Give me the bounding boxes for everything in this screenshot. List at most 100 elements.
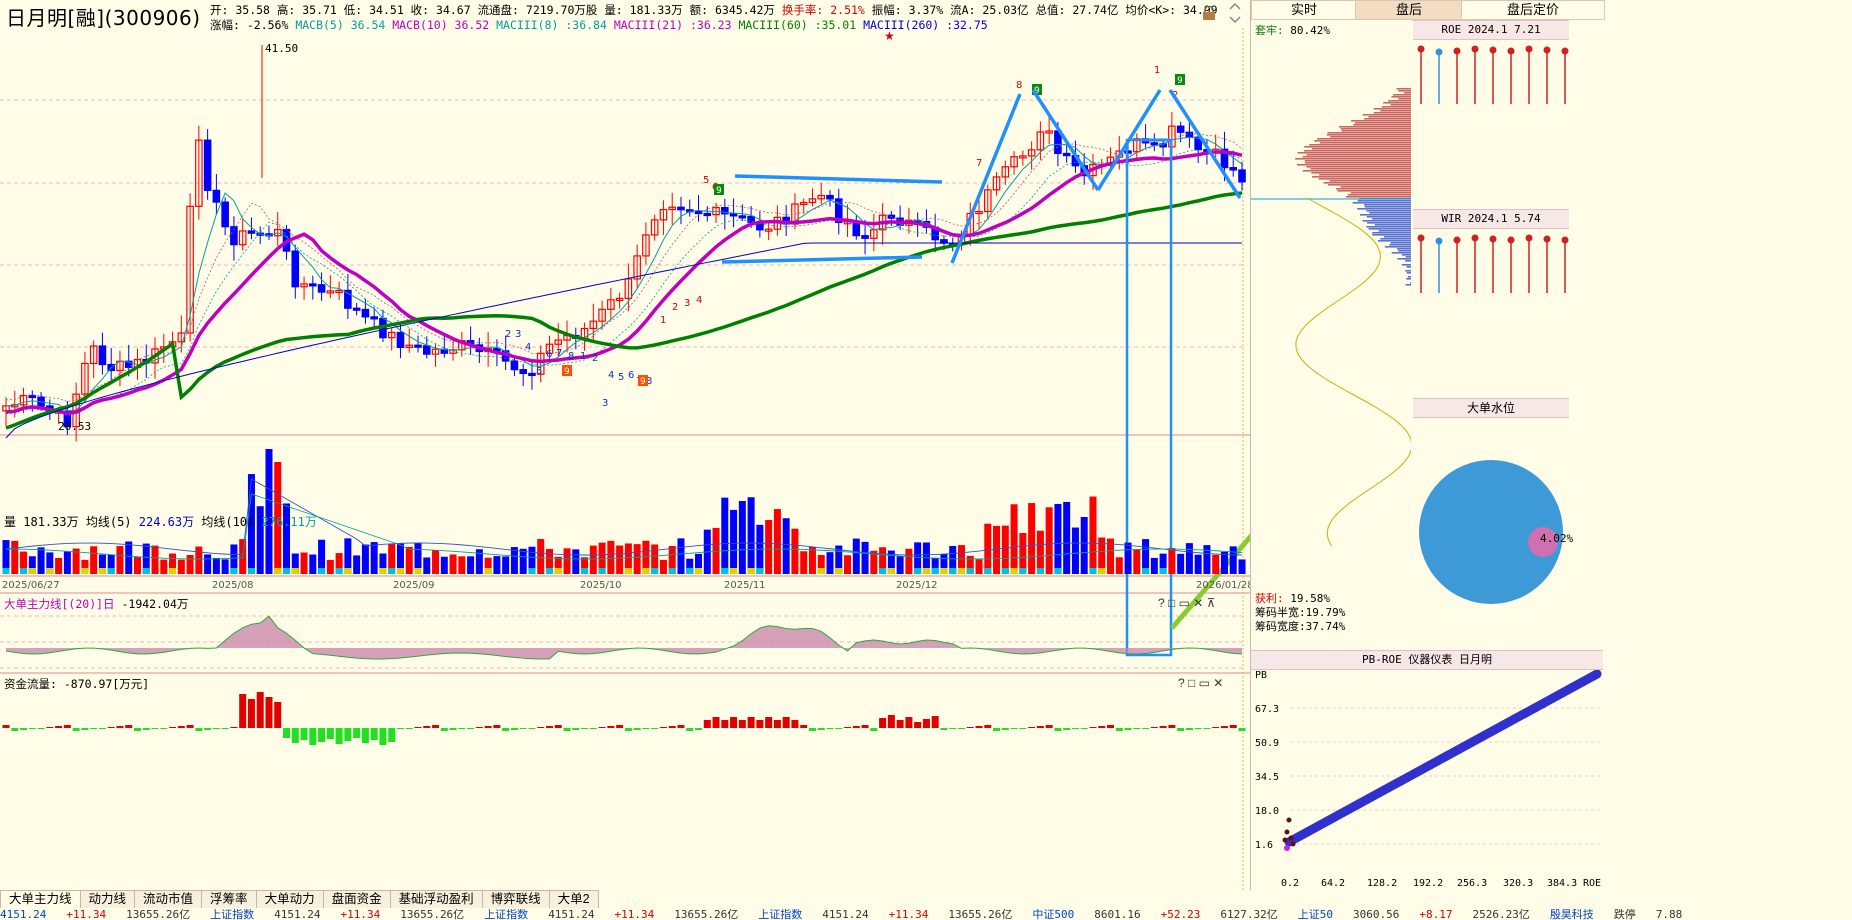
volume-bar [204, 554, 212, 574]
candle-body [370, 316, 378, 320]
volume-bar [1080, 517, 1088, 574]
volume-bar [1220, 551, 1228, 574]
lollipop-dot [1435, 237, 1443, 245]
td-number: 8 [1016, 80, 1022, 91]
mainforce-line [5, 615, 1243, 660]
indicator-tab[interactable]: 大单主力线 [0, 890, 81, 908]
main-chart[interactable]: 41.5026.53234567812345678123456781299999… [0, 28, 1250, 890]
candle-body [98, 345, 107, 366]
capflow-bar [879, 718, 887, 728]
indicator-tab[interactable]: 盘面资金 [322, 890, 391, 908]
capflow-bar [721, 720, 729, 728]
indicator-tab[interactable]: 基础浮动盈利 [389, 890, 483, 908]
volume-bar [1115, 557, 1123, 574]
volume-mark [668, 568, 676, 574]
pbroe-current [1284, 845, 1290, 851]
annotation-line [1168, 89, 1242, 199]
capflow-bar [852, 726, 860, 728]
volume-bar [519, 548, 527, 574]
annotation-line [734, 174, 943, 184]
volume-mark [695, 568, 703, 574]
chip-bar [1391, 252, 1411, 254]
chip-width: 筹码宽度:37.74% [1255, 620, 1346, 633]
indicator-tab[interactable]: 大单动力 [255, 890, 324, 908]
volume-bar [133, 557, 141, 574]
pie-value: 4.02% [1540, 532, 1574, 545]
capflow-bar [169, 727, 177, 728]
tab-after-close-pricing[interactable]: 盘后定价 [1461, 0, 1605, 20]
tab-after-close[interactable]: 盘后 [1355, 0, 1463, 20]
volume-bar [765, 520, 773, 574]
capflow-bar [931, 716, 939, 728]
capflow-bar [125, 725, 133, 728]
volume-mark [283, 568, 291, 574]
roe-title: ROE 2024.1 7.21 [1413, 20, 1569, 40]
volume-mark [528, 568, 536, 574]
indicator-tab[interactable]: 大单2 [548, 890, 599, 908]
volume-mark [318, 568, 326, 574]
volume-bar [1089, 496, 1097, 574]
capflow-bar [1054, 728, 1062, 731]
lollipop-dot [1489, 46, 1497, 54]
capflow-bar [1124, 728, 1132, 730]
capflow-label: 资金流量: -870.97[万元] [4, 677, 150, 691]
capflow-bar [353, 728, 361, 738]
mainforce-controls[interactable]: ? □ ▭ ✕ ⊼ [1158, 596, 1215, 610]
volume-mark [379, 568, 387, 574]
volume-mark [686, 568, 694, 574]
volume-bar [11, 540, 19, 574]
wir-lollipop [1417, 234, 1569, 293]
x-axis-label: 2025/10 [580, 580, 622, 591]
volume-bar [589, 545, 597, 574]
capflow-bar [844, 727, 852, 728]
capflow-bar [318, 728, 326, 742]
capflow-bar [1142, 728, 1150, 729]
capflow-bar [239, 694, 247, 728]
stock-title: 日月明[融](300906) [6, 6, 201, 30]
volume-mark [344, 568, 352, 574]
x-axis-label: 2025/08 [212, 580, 254, 591]
capflow-bar [326, 728, 334, 739]
lock-icon[interactable] [1202, 5, 1216, 20]
capflow-bar [1133, 728, 1141, 729]
capflow-bar [72, 728, 80, 731]
ma8-line [5, 133, 1243, 402]
indicator-tab[interactable]: 动力线 [79, 890, 136, 908]
volume-mark [642, 568, 650, 574]
capflow-bar [633, 728, 641, 730]
td-badge-text: 9 [1177, 76, 1183, 86]
chip-bar [1393, 94, 1411, 96]
indicator-tab[interactable]: 博弈联线 [481, 890, 550, 908]
ohlc-item: 换手率: 2.51% [781, 3, 872, 17]
chip-bar [1373, 112, 1411, 114]
volume-mark [1036, 568, 1044, 574]
capflow-bar [1107, 725, 1115, 728]
chip-bar [1383, 102, 1411, 104]
chip-bar [1396, 88, 1411, 90]
volume-bar [1028, 503, 1036, 574]
mainforce-label: 大单主力线[(20)]日 -1942.04万 [4, 597, 189, 611]
chip-bar [1388, 100, 1411, 102]
volume-bar [1229, 546, 1237, 574]
volume-bar [844, 555, 852, 574]
capflow-bar [607, 726, 615, 728]
volume-bar [1071, 527, 1079, 574]
ticker-item: 4151.24 [0, 909, 47, 920]
capflow-bar [396, 728, 404, 729]
big-order-pie [1419, 460, 1563, 604]
volume-mark [1054, 568, 1062, 574]
volume-mark [1098, 568, 1106, 574]
indicator-tab[interactable]: 流动市值 [134, 890, 203, 908]
capflow-bar [90, 728, 98, 729]
collapse-icon[interactable] [1228, 2, 1242, 24]
capflow-controls[interactable]: ? □ ▭ ✕ [1178, 676, 1223, 690]
volume-bar [221, 559, 229, 574]
capflow-bar [2, 725, 10, 728]
capflow-bar [247, 699, 255, 728]
tab-realtime[interactable]: 实时 [1251, 0, 1357, 20]
chip-bar [1406, 272, 1411, 274]
chip-bar [1396, 248, 1411, 250]
capflow-bar [800, 725, 808, 728]
indicator-tab[interactable]: 浮筹率 [201, 890, 257, 908]
volume-mark [730, 568, 738, 574]
